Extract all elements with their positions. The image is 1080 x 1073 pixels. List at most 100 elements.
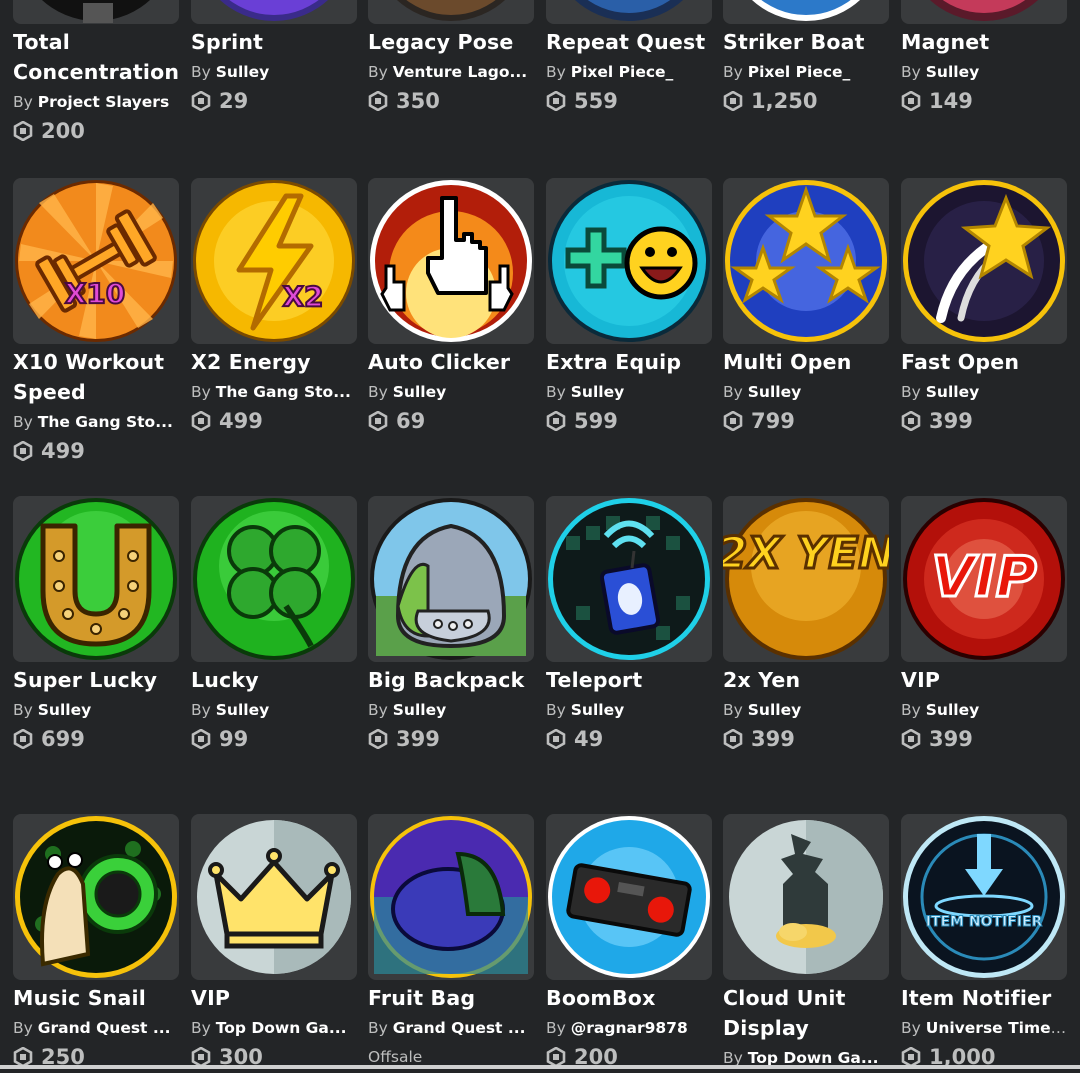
thumbnail[interactable] xyxy=(191,814,357,980)
item-name[interactable]: Extra Equip xyxy=(546,347,712,377)
item-creator[interactable]: By Sulley xyxy=(901,377,1067,407)
item-creator[interactable]: By Grand Quest ... xyxy=(368,1013,534,1043)
item-name[interactable]: VIP xyxy=(901,665,1067,695)
item-card-boombox[interactable]: BoomBox By @ragnar9878 200 xyxy=(546,814,712,1071)
item-creator[interactable]: By Pixel Piece_ xyxy=(546,57,712,87)
item-card-striker-boat[interactable]: Striker Boat By Pixel Piece_ 1,250 xyxy=(723,0,889,115)
item-creator[interactable]: By Sulley xyxy=(723,377,889,407)
item-card-music-snail[interactable]: Music Snail By Grand Quest ... 250 xyxy=(13,814,179,1071)
item-creator[interactable]: By Project Slayers xyxy=(13,87,179,117)
item-card-big-backpack[interactable]: Big Backpack By Sulley 399 xyxy=(368,496,534,753)
thumbnail[interactable] xyxy=(546,0,712,24)
item-creator[interactable]: By Sulley xyxy=(368,695,534,725)
item-price: 200 xyxy=(13,117,179,145)
thumbnail[interactable] xyxy=(13,0,179,24)
thumbnail[interactable]: X2 xyxy=(191,178,357,344)
item-card-lucky[interactable]: Lucky By Sulley 99 xyxy=(191,496,357,753)
item-creator[interactable]: By Grand Quest ... xyxy=(13,1013,179,1043)
item-creator[interactable]: By Sulley xyxy=(191,695,357,725)
item-name[interactable]: BoomBox xyxy=(546,983,712,1013)
item-creator[interactable]: By Sulley xyxy=(901,695,1067,725)
item-name[interactable]: Music Snail xyxy=(13,983,179,1013)
robux-icon xyxy=(546,1047,566,1067)
item-card-repeat-quest[interactable]: Repeat Quest By Pixel Piece_ 559 xyxy=(546,0,712,115)
item-name[interactable]: 2x Yen xyxy=(723,665,889,695)
thumbnail[interactable] xyxy=(368,178,534,344)
item-name[interactable]: X10 Workout Speed xyxy=(13,347,179,407)
thumbnail[interactable] xyxy=(901,178,1067,344)
item-card-total-concentration[interactable]: Total Concentration By Project Slayers 2… xyxy=(13,0,179,145)
item-creator[interactable]: By Sulley xyxy=(901,57,1067,87)
thumbnail[interactable] xyxy=(546,496,712,662)
thumbnail[interactable] xyxy=(723,814,889,980)
item-creator[interactable]: By Pixel Piece_ xyxy=(723,57,889,87)
item-name[interactable]: Auto Clicker xyxy=(368,347,534,377)
item-name[interactable]: Striker Boat xyxy=(723,27,889,57)
item-creator[interactable]: By Top Down Ga... xyxy=(191,1013,357,1043)
item-name[interactable]: Fruit Bag xyxy=(368,983,534,1013)
item-name[interactable]: Big Backpack xyxy=(368,665,534,695)
item-card-auto-clicker[interactable]: Auto Clicker By Sulley 69 xyxy=(368,178,534,435)
item-name[interactable]: VIP xyxy=(191,983,357,1013)
thumbnail[interactable] xyxy=(191,496,357,662)
item-name[interactable]: Sprint xyxy=(191,27,357,57)
item-card-x2-energy[interactable]: X2 X2 Energy By The Gang Sto... 499 xyxy=(191,178,357,435)
thumbnail[interactable] xyxy=(368,496,534,662)
item-name[interactable]: Magnet xyxy=(901,27,1067,57)
thumbnail[interactable]: ITEM NOTIFIER xyxy=(901,814,1067,980)
item-creator[interactable]: By Sulley xyxy=(546,695,712,725)
robux-icon xyxy=(901,729,921,749)
item-card-x10-workout-speed[interactable]: X10 X10 Workout Speed By The Gang Sto...… xyxy=(13,178,179,465)
item-name[interactable]: Item Notifier xyxy=(901,983,1067,1013)
item-card-teleport[interactable]: Teleport By Sulley 49 xyxy=(546,496,712,753)
item-card-vip[interactable]: VIP VIP By Sulley 399 xyxy=(901,496,1067,753)
item-name[interactable]: Repeat Quest xyxy=(546,27,712,57)
item-creator[interactable]: By Universe Time... xyxy=(901,1013,1067,1043)
thumbnail[interactable]: X10 xyxy=(13,178,179,344)
item-card-magnet[interactable]: Magnet By Sulley 149 xyxy=(901,0,1067,115)
boombox-icon xyxy=(548,816,710,978)
thumbnail[interactable] xyxy=(546,178,712,344)
item-name[interactable]: X2 Energy xyxy=(191,347,357,377)
item-name[interactable]: Multi Open xyxy=(723,347,889,377)
thumbnail[interactable] xyxy=(723,0,889,24)
item-card-super-lucky[interactable]: Super Lucky By Sulley 699 xyxy=(13,496,179,753)
item-creator[interactable]: By Venture Lago... xyxy=(368,57,534,87)
thumbnail[interactable] xyxy=(723,178,889,344)
item-card-fast-open[interactable]: Fast Open By Sulley 399 xyxy=(901,178,1067,435)
thumbnail[interactable] xyxy=(13,496,179,662)
thumbnail[interactable] xyxy=(901,0,1067,24)
item-name[interactable]: Cloud Unit Display xyxy=(723,983,889,1043)
thumbnail[interactable] xyxy=(191,0,357,24)
item-card-sprint[interactable]: Sprint By Sulley 29 xyxy=(191,0,357,115)
item-creator[interactable]: By The Gang Sto... xyxy=(191,377,357,407)
thumbnail[interactable] xyxy=(13,814,179,980)
item-card-2x-yen[interactable]: 2X YEN 2x Yen By Sulley 399 xyxy=(723,496,889,753)
thumbnail[interactable] xyxy=(368,0,534,24)
item-name[interactable]: Total Concentration xyxy=(13,27,179,87)
item-card-multi-open[interactable]: Multi Open By Sulley 799 xyxy=(723,178,889,435)
item-card-legacy-pose[interactable]: Legacy Pose By Venture Lago... 350 xyxy=(368,0,534,115)
item-creator[interactable]: By The Gang Sto... xyxy=(13,407,179,437)
item-creator[interactable]: By Sulley xyxy=(13,695,179,725)
item-price: 699 xyxy=(13,725,179,753)
item-card-cloud-unit-display[interactable]: Cloud Unit Display By Top Down Ga... xyxy=(723,814,889,1073)
thumbnail[interactable] xyxy=(546,814,712,980)
item-name[interactable]: Teleport xyxy=(546,665,712,695)
item-name[interactable]: Lucky xyxy=(191,665,357,695)
item-card-fruit-bag[interactable]: Fruit Bag By Grand Quest ... Offsale xyxy=(368,814,534,1071)
item-card-item-notifier[interactable]: ITEM NOTIFIER Item Notifier By Universe … xyxy=(901,814,1067,1071)
item-creator[interactable]: By Sulley xyxy=(723,695,889,725)
item-card-vip-crown[interactable]: VIP By Top Down Ga... 300 xyxy=(191,814,357,1071)
item-name[interactable]: Legacy Pose xyxy=(368,27,534,57)
item-name[interactable]: Super Lucky xyxy=(13,665,179,695)
thumbnail[interactable] xyxy=(368,814,534,980)
thumbnail[interactable]: 2X YEN xyxy=(723,496,889,662)
item-card-extra-equip[interactable]: Extra Equip By Sulley 599 xyxy=(546,178,712,435)
item-creator[interactable]: By @ragnar9878 xyxy=(546,1013,712,1043)
item-creator[interactable]: By Sulley xyxy=(546,377,712,407)
item-creator[interactable]: By Sulley xyxy=(191,57,357,87)
item-creator[interactable]: By Sulley xyxy=(368,377,534,407)
item-name[interactable]: Fast Open xyxy=(901,347,1067,377)
thumbnail[interactable]: VIP xyxy=(901,496,1067,662)
